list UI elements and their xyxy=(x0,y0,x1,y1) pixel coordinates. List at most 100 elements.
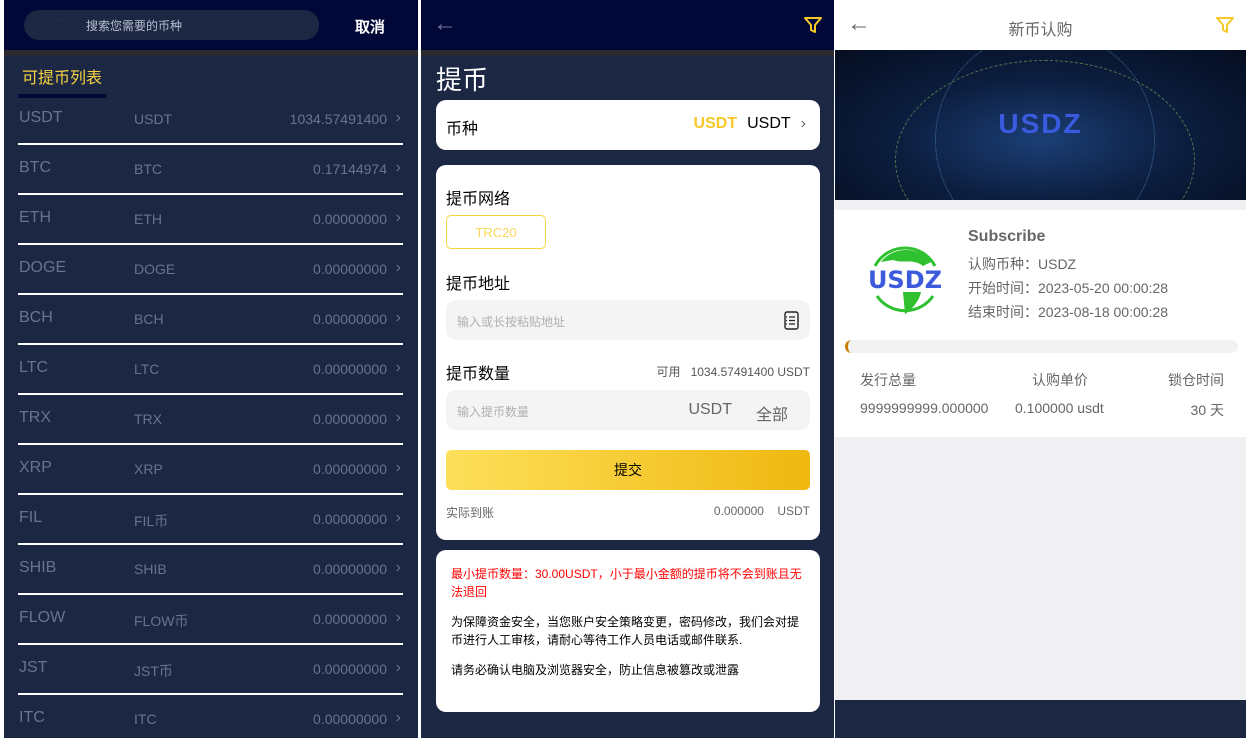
coin-row-eth[interactable]: ETH ETH 0.00000000 › xyxy=(18,195,403,245)
coin-row-itc[interactable]: ITC ITC 0.00000000 › xyxy=(18,695,403,738)
coin-sub: LTC xyxy=(134,361,160,377)
header-lock: 锁仓时间 xyxy=(1168,372,1224,388)
page-title: 新币认购 xyxy=(1008,22,1073,39)
usdz-logo: USDZ xyxy=(868,246,942,314)
coin-balance: 1034.57491400 xyxy=(289,111,387,127)
coin-row-doge[interactable]: DOGE DOGE 0.00000000 › xyxy=(18,245,403,295)
all-button[interactable]: 全部 xyxy=(756,401,788,425)
coin-row-btc[interactable]: BTC BTC 0.17144974 › xyxy=(18,145,403,195)
notice-security: 为保障资金安全，当您账户安全策略变更，密码修改，我们会对提币进行人工审核，请耐心… xyxy=(451,615,800,647)
coin-name: LTC xyxy=(19,359,49,376)
coin-list-panel: 搜索您需要的币种 取消 可提币列表 USDT USDT 1034.57491400 ›… xyxy=(4,0,418,738)
header-price: 认购单价 xyxy=(1032,372,1088,388)
coin-sub: BCH xyxy=(134,311,164,327)
coin-row-jst[interactable]: JST JST币 0.00000000 › xyxy=(18,645,403,695)
notice-card: 最小提币数量：30.00USDT，小于最小金额的提币将不会到账且无法退回 为保障… xyxy=(436,550,820,712)
coin-row-shib[interactable]: SHIB SHIB 0.00000000 › xyxy=(18,545,403,595)
coin-name: ITC xyxy=(19,709,45,726)
coin-sub: TRX xyxy=(134,411,162,427)
filter-icon[interactable] xyxy=(1216,16,1234,34)
end-time: 结束时间：2023-08-18 00:00:28 xyxy=(968,304,1168,320)
coin-balance: 0.00000000 xyxy=(313,261,387,277)
received-label: 实际到账 xyxy=(446,506,495,520)
coin-label: 币种 xyxy=(446,121,479,138)
chevron-right-icon: › xyxy=(395,609,401,626)
coin-row-flow[interactable]: FLOW FLOW币 0.00000000 › xyxy=(18,595,403,645)
subscription-card[interactable]: USDZ Subscribe 认购币种：USDZ 开始时间：2023-05-20… xyxy=(835,210,1246,437)
chevron-right-icon: › xyxy=(395,259,401,276)
address-placeholder: 输入或长按粘贴地址 xyxy=(457,315,566,329)
coin-balance: 0.00000000 xyxy=(313,461,387,477)
subscribe-title: Subscribe xyxy=(968,228,1046,245)
coin-balance: 0.00000000 xyxy=(313,361,387,377)
header-total: 发行总量 xyxy=(860,372,916,388)
coin-sub: XRP xyxy=(134,461,163,477)
coin-sub: ETH xyxy=(134,211,162,227)
coin-row-trx[interactable]: TRX TRX 0.00000000 › xyxy=(18,395,403,445)
available-value: 1034.57491400 USDT xyxy=(690,365,810,379)
subscription-progress-bar xyxy=(845,340,1238,353)
notice-min: 最小提币数量：30.00USDT，小于最小金额的提币将不会到账且无法退回 xyxy=(451,567,802,599)
coin-name: JST xyxy=(19,659,48,676)
coin-balance: 0.00000000 xyxy=(313,561,387,577)
coin-balance: 0.00000000 xyxy=(313,511,387,527)
list-title: 可提币列表 xyxy=(18,64,107,98)
coin-name: DOGE xyxy=(19,259,67,276)
start-time: 开始时间：2023-05-20 00:00:28 xyxy=(968,280,1168,296)
coin-name: BTC xyxy=(19,159,51,176)
svg-text:USDZ: USDZ xyxy=(868,266,942,294)
search-input[interactable]: 搜索您需要的币种 xyxy=(24,10,319,40)
address-book-icon[interactable] xyxy=(783,311,800,330)
total-value: 9999999999.000000 xyxy=(860,400,989,416)
coin-name: USDT xyxy=(19,109,63,126)
search-icon xyxy=(54,19,66,31)
amount-placeholder: 输入提币数量 xyxy=(457,405,530,419)
lock-value: 30 天 xyxy=(1190,402,1224,418)
header: ← xyxy=(421,0,834,50)
coin-name: FIL xyxy=(19,509,43,526)
header: ← 新币认购 xyxy=(835,0,1246,50)
withdraw-panel: ← 提币 币种 USDT USDT › 提币网络 TRC20 提币地址 输入或长… xyxy=(421,0,834,738)
banner-text: USDZ xyxy=(998,108,1083,139)
received-unit: USDT xyxy=(777,504,810,518)
filter-icon[interactable] xyxy=(804,16,822,34)
chevron-right-icon: › xyxy=(395,309,401,326)
amount-input[interactable]: 输入提币数量 USDT 全部 xyxy=(446,390,810,430)
address-input[interactable]: 输入或长按粘贴地址 xyxy=(446,300,810,340)
coin-name: SHIB xyxy=(19,559,57,576)
coin-row-fil[interactable]: FIL FIL币 0.00000000 › xyxy=(18,495,403,545)
notice-browser: 请务必确认电脑及浏览器安全，防止信息被篡改或泄露 xyxy=(451,663,740,677)
coin-balance: 0.00000000 xyxy=(313,711,387,727)
coin-row-usdt[interactable]: USDT USDT 1034.57491400 › xyxy=(18,95,403,145)
coin-sub: FIL币 xyxy=(134,513,169,529)
coin-row-ltc[interactable]: LTC LTC 0.00000000 › xyxy=(18,345,403,395)
coin-sub: FLOW币 xyxy=(134,613,189,629)
header: 搜索您需要的币种 取消 xyxy=(4,0,418,50)
footer-bar xyxy=(835,700,1246,738)
chevron-right-icon: › xyxy=(395,209,401,226)
coin-selector[interactable]: 币种 USDT USDT › xyxy=(436,100,820,150)
coin-sub: JST币 xyxy=(134,663,173,679)
coin-name: XRP xyxy=(19,459,52,476)
coin-balance: 0.00000000 xyxy=(313,661,387,677)
chevron-right-icon: › xyxy=(395,159,401,176)
chevron-right-icon: › xyxy=(395,509,401,526)
banner-image: USDZ xyxy=(835,50,1246,200)
coin-row-bch[interactable]: BCH BCH 0.00000000 › xyxy=(18,295,403,345)
chevron-right-icon: › xyxy=(395,459,401,476)
chevron-right-icon: › xyxy=(395,409,401,426)
submit-button[interactable]: 提交 xyxy=(446,450,810,490)
withdraw-form: 提币网络 TRC20 提币地址 输入或长按粘贴地址 提币数量 可用 1034.5… xyxy=(436,165,820,540)
cancel-button[interactable]: 取消 xyxy=(355,16,385,37)
network-option-trc20[interactable]: TRC20 xyxy=(446,215,546,249)
back-arrow-icon[interactable]: ← xyxy=(433,10,457,38)
coin-balance: 0.00000000 xyxy=(313,611,387,627)
coin-value-bold: USDT xyxy=(693,115,738,132)
coin-balance: 0.00000000 xyxy=(313,211,387,227)
coin-name: FLOW xyxy=(19,609,66,626)
coin-row-xrp[interactable]: XRP XRP 0.00000000 › xyxy=(18,445,403,495)
chevron-right-icon: › xyxy=(800,115,806,132)
coin-sub: DOGE xyxy=(134,261,176,277)
coin-sub: USDT xyxy=(134,111,173,127)
received-value: 0.000000 xyxy=(713,504,764,518)
